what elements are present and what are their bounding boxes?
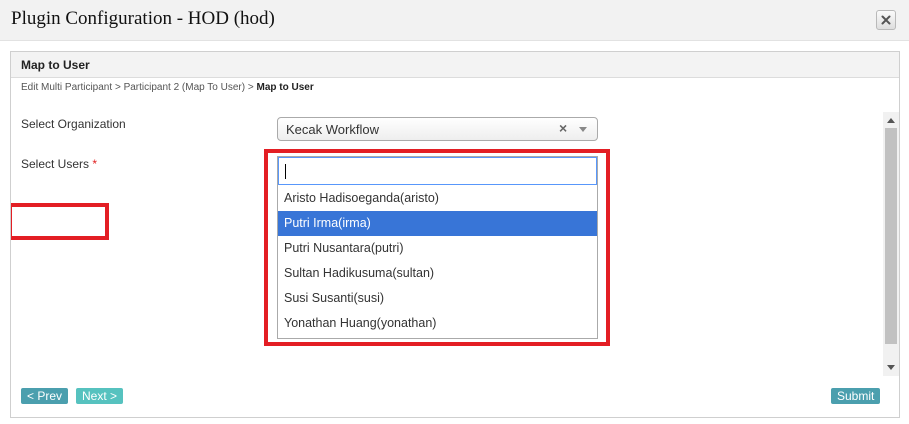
user-option[interactable]: Yonathan Huang(yonathan) [278, 311, 597, 336]
clear-icon[interactable]: × [559, 120, 567, 136]
close-icon [881, 15, 891, 25]
user-option[interactable]: Sultan Hadikusuma(sultan) [278, 261, 597, 286]
submit-button[interactable]: Submit [831, 388, 881, 404]
panel-header: Map to User [11, 52, 899, 78]
user-option[interactable]: Susi Susanti(susi) [278, 286, 597, 311]
user-option[interactable]: Putri Nusantara(putri) [278, 236, 597, 261]
users-search-input[interactable] [278, 157, 597, 185]
organization-label: Select Organization [21, 117, 126, 131]
text-cursor [285, 164, 286, 179]
prev-button[interactable]: < Prev [21, 388, 69, 404]
breadcrumb-item[interactable]: Edit Multi Participant [21, 82, 112, 93]
form-content: Select Organization Kecak Workflow × Sel… [11, 111, 883, 374]
close-button[interactable] [876, 10, 896, 30]
users-label-highlight [11, 203, 109, 240]
dialog-titlebar: Plugin Configuration - HOD (hod) [0, 0, 909, 41]
organization-select-value: Kecak Workflow [286, 122, 379, 137]
vertical-scrollbar[interactable] [883, 112, 899, 376]
breadcrumb-separator: > [114, 82, 121, 93]
breadcrumb-separator: > [247, 82, 254, 93]
breadcrumb: Edit Multi Participant > Participant 2 (… [21, 82, 314, 93]
scroll-up-icon[interactable] [887, 118, 895, 123]
breadcrumb-current: Map to User [256, 82, 314, 93]
required-marker: * [92, 157, 98, 171]
user-option[interactable]: Aristo Hadisoeganda(aristo) [278, 186, 597, 211]
users-label-text: Select Users [21, 157, 90, 171]
config-panel: Map to User Edit Multi Participant > Par… [10, 51, 900, 418]
scroll-down-icon[interactable] [887, 365, 895, 370]
user-option-highlighted[interactable]: Putri Irma(irma) [278, 211, 597, 236]
panel-title: Map to User [21, 58, 90, 72]
users-label: Select Users * [21, 157, 97, 171]
dialog-title: Plugin Configuration - HOD (hod) [11, 8, 275, 29]
next-button[interactable]: Next > [76, 388, 124, 404]
users-dropdown[interactable]: Aristo Hadisoeganda(aristo) Putri Irma(i… [277, 156, 598, 339]
breadcrumb-item[interactable]: Participant 2 (Map To User) [124, 82, 246, 93]
chevron-down-icon[interactable] [579, 127, 587, 132]
users-options-list: Aristo Hadisoeganda(aristo) Putri Irma(i… [278, 186, 597, 336]
organization-select[interactable]: Kecak Workflow × [277, 117, 598, 141]
scrollbar-thumb[interactable] [885, 128, 897, 344]
